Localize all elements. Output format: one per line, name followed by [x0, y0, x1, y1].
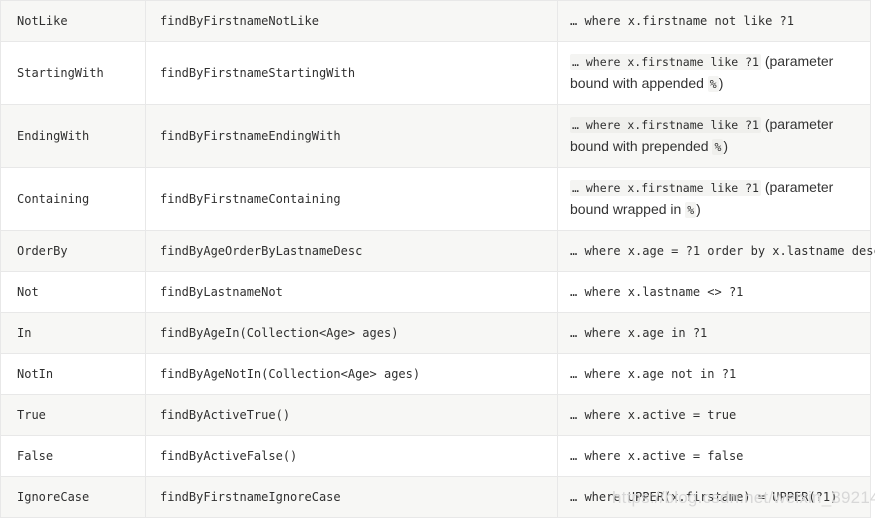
table-row: Containing findByFirstnameContaining … whe…: [1, 168, 871, 231]
cell-keyword: In: [1, 313, 146, 354]
jpql-snippet-text: … where UPPER(x.firstame) = UPPER(?1): [570, 488, 837, 504]
cell-jpql-snippet: … where x.firstname like ?1 (parameter b…: [558, 168, 871, 231]
jpql-code: … where UPPER(x.firstame) = UPPER(?1): [570, 490, 837, 504]
jpql-snippet-text: … where x.firstname not like ?1: [570, 12, 794, 28]
table-row: StartingWith findByFirstnameStartingWith ……: [1, 42, 871, 105]
keyword-text: EndingWith: [17, 129, 89, 143]
cell-keyword: StartingWith: [1, 42, 146, 105]
sample-method-text: findByAgeOrderByLastnameDesc: [160, 244, 362, 258]
keyword-text: Containing: [17, 192, 89, 206]
table-row: In findByAgeIn(Collection<Age> ages) … whe…: [1, 313, 871, 354]
keyword-text: NotIn: [17, 367, 53, 381]
jpql-snippet-text: … where x.active = false: [570, 447, 743, 463]
cell-sample: findByActiveFalse(): [146, 436, 558, 477]
keyword-text: In: [17, 326, 31, 340]
cell-jpql-snippet: … where x.age not in ?1: [558, 354, 871, 395]
cell-jpql-snippet: … where x.age in ?1: [558, 313, 871, 354]
jpql-wildcard-chip: %: [685, 202, 696, 218]
cell-jpql-snippet: … where x.firstname like ?1 (parameter b…: [558, 42, 871, 105]
query-keyword-reference-table: NotLike findByFirstnameNotLike … where x.f…: [0, 0, 871, 518]
cell-keyword: OrderBy: [1, 231, 146, 272]
table-row: False findByActiveFalse() … where x.active…: [1, 436, 871, 477]
cell-jpql-snippet: … where x.lastname <> ?1: [558, 272, 871, 313]
jpql-snippet-text: … where x.lastname <> ?1: [570, 283, 743, 299]
keyword-text: Not: [17, 285, 39, 299]
cell-sample: findByFirstnameNotLike: [146, 1, 558, 42]
keyword-text: True: [17, 408, 46, 422]
keyword-text: OrderBy: [17, 244, 68, 258]
sample-method-text: findByAgeNotIn(Collection<Age> ages): [160, 367, 420, 381]
jpql-wildcard-chip: %: [712, 139, 723, 155]
sample-method-text: findByLastnameNot: [160, 285, 283, 299]
jpql-snippet-text: … where x.firstname like ?1 (parameter b…: [570, 179, 833, 217]
jpql-code: … where x.age = ?1 order by x.lastname d…: [570, 244, 875, 258]
sample-method-text: findByAgeIn(Collection<Age> ages): [160, 326, 398, 340]
jpql-note-text-end: ): [723, 138, 728, 154]
cell-sample: findByLastnameNot: [146, 272, 558, 313]
cell-jpql-snippet: … where x.firstname not like ?1: [558, 1, 871, 42]
jpql-code: … where x.active = true: [570, 408, 736, 422]
jpql-note-text-end: ): [719, 75, 724, 91]
cell-sample: findByFirstnameEndingWith: [146, 105, 558, 168]
table-body: NotLike findByFirstnameNotLike … where x.f…: [1, 1, 871, 518]
jpql-snippet-text: … where x.active = true: [570, 406, 736, 422]
keyword-text: False: [17, 449, 53, 463]
cell-keyword: IgnoreCase: [1, 477, 146, 518]
cell-sample: findByActiveTrue(): [146, 395, 558, 436]
keyword-text: NotLike: [17, 14, 68, 28]
table-row: IgnoreCase findByFirstnameIgnoreCase … whe…: [1, 477, 871, 518]
table-row: Not findByLastnameNot … where x.lastname <…: [1, 272, 871, 313]
cell-sample: findByFirstnameStartingWith: [146, 42, 558, 105]
cell-keyword: Not: [1, 272, 146, 313]
table-row: EndingWith findByFirstnameEndingWith … whe…: [1, 105, 871, 168]
jpql-snippet-text: … where x.age in ?1: [570, 324, 707, 340]
cell-sample: findByFirstnameContaining: [146, 168, 558, 231]
cell-keyword: True: [1, 395, 146, 436]
jpql-code: … where x.age in ?1: [570, 326, 707, 340]
sample-method-text: findByActiveFalse(): [160, 449, 297, 463]
cell-keyword: False: [1, 436, 146, 477]
table-row: True findByActiveTrue() … where x.active =…: [1, 395, 871, 436]
cell-keyword: EndingWith: [1, 105, 146, 168]
cell-jpql-snippet: … where x.active = false: [558, 436, 871, 477]
jpql-code: … where x.lastname <> ?1: [570, 285, 743, 299]
jpql-code: … where x.firstname like ?1: [570, 180, 761, 196]
jpql-snippet-text: … where x.firstname like ?1 (parameter b…: [570, 53, 833, 91]
cell-keyword: NotIn: [1, 354, 146, 395]
keyword-text: IgnoreCase: [17, 490, 89, 504]
table-row: NotLike findByFirstnameNotLike … where x.f…: [1, 1, 871, 42]
cell-jpql-snippet: … where x.active = true: [558, 395, 871, 436]
sample-method-text: findByFirstnameStartingWith: [160, 66, 355, 80]
sample-method-text: findByFirstnameNotLike: [160, 14, 319, 28]
cell-jpql-snippet: … where x.firstname like ?1 (parameter b…: [558, 105, 871, 168]
table-row: OrderBy findByAgeOrderByLastnameDesc … whe…: [1, 231, 871, 272]
jpql-snippet-text: … where x.age not in ?1: [570, 365, 736, 381]
jpql-wildcard-chip: %: [708, 76, 719, 92]
keyword-text: StartingWith: [17, 66, 104, 80]
jpql-code: … where x.firstname like ?1: [570, 54, 761, 70]
cell-sample: findByFirstnameIgnoreCase: [146, 477, 558, 518]
cell-sample: findByAgeIn(Collection<Age> ages): [146, 313, 558, 354]
jpql-code: … where x.active = false: [570, 449, 743, 463]
cell-sample: findByAgeOrderByLastnameDesc: [146, 231, 558, 272]
sample-method-text: findByActiveTrue(): [160, 408, 290, 422]
cell-keyword: Containing: [1, 168, 146, 231]
cell-sample: findByAgeNotIn(Collection<Age> ages): [146, 354, 558, 395]
jpql-snippet-text: … where x.age = ?1 order by x.lastname d…: [570, 242, 875, 258]
jpql-code: … where x.age not in ?1: [570, 367, 736, 381]
jpql-code: … where x.firstname like ?1: [570, 117, 761, 133]
table-row: NotIn findByAgeNotIn(Collection<Age> ages…: [1, 354, 871, 395]
cell-keyword: NotLike: [1, 1, 146, 42]
sample-method-text: findByFirstnameContaining: [160, 192, 341, 206]
sample-method-text: findByFirstnameIgnoreCase: [160, 490, 341, 504]
cell-jpql-snippet: … where UPPER(x.firstame) = UPPER(?1): [558, 477, 871, 518]
jpql-note-text-end: ): [696, 201, 701, 217]
jpql-code: … where x.firstname not like ?1: [570, 14, 794, 28]
jpql-snippet-text: … where x.firstname like ?1 (parameter b…: [570, 116, 833, 154]
sample-method-text: findByFirstnameEndingWith: [160, 129, 341, 143]
cell-jpql-snippet: … where x.age = ?1 order by x.lastname d…: [558, 231, 871, 272]
